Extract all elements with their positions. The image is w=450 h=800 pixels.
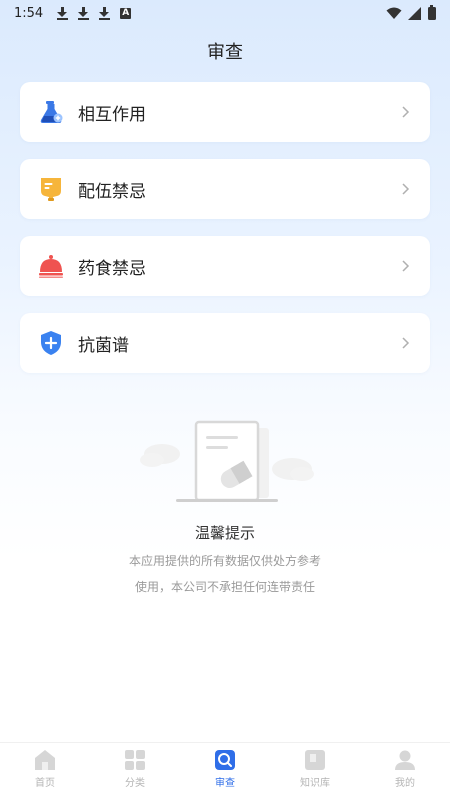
menu-item-label: 抗菌谱 — [78, 335, 129, 356]
shield-plus-icon — [38, 330, 64, 356]
tab-category[interactable]: 分类 — [90, 743, 180, 800]
a-notification-icon: A — [120, 7, 132, 19]
search-doc-icon — [215, 750, 235, 770]
menu-item-drug-food[interactable]: 药食禁忌 — [20, 236, 430, 296]
chevron-right-icon — [402, 183, 410, 195]
menu-item-label: 药食禁忌 — [78, 258, 146, 279]
review-menu-list: 相互作用 配伍禁忌 药食禁忌 抗菌谱 — [20, 82, 430, 390]
menu-item-interaction[interactable]: 相互作用 — [20, 82, 430, 142]
user-icon — [395, 750, 415, 770]
status-bar: 1:54 A — [0, 0, 450, 26]
status-time: 1:54 — [14, 5, 44, 21]
download-icon — [99, 6, 111, 20]
tab-label: 知识库 — [300, 778, 330, 789]
bottom-tab-bar: 首页 分类 审查 知识库 我的 — [0, 742, 450, 800]
home-icon — [35, 750, 55, 770]
battery-icon — [428, 4, 436, 20]
download-icon — [57, 6, 69, 20]
tab-home[interactable]: 首页 — [0, 743, 90, 800]
flask-icon — [38, 99, 64, 125]
page-title: 审查 — [207, 42, 243, 63]
tab-mine[interactable]: 我的 — [360, 743, 450, 800]
notice-title: 温馨提示 — [194, 524, 255, 542]
menu-item-label: 相互作用 — [78, 104, 146, 125]
grid-icon — [125, 750, 145, 770]
tab-review[interactable]: 审查 — [180, 743, 270, 800]
tab-label: 首页 — [35, 778, 55, 789]
menu-item-incompatibility[interactable]: 配伍禁忌 — [20, 159, 430, 219]
menu-item-antibacterial[interactable]: 抗菌谱 — [20, 313, 430, 373]
book-icon — [305, 750, 325, 770]
chevron-right-icon — [402, 337, 410, 349]
tab-knowledge[interactable]: 知识库 — [270, 743, 360, 800]
food-cover-icon — [38, 253, 64, 279]
tab-label: 我的 — [395, 778, 415, 789]
signal-icon — [408, 6, 421, 20]
wifi-icon — [386, 7, 402, 19]
tab-label: 审查 — [215, 778, 235, 789]
notice-text: 本应用提供的所有数据仅供处方参考 — [128, 554, 321, 568]
chevron-right-icon — [402, 260, 410, 272]
tab-label: 分类 — [125, 778, 145, 789]
notice-text: 使用，本公司不承担任何连带责任 — [134, 580, 315, 594]
document-pill-illustration — [140, 420, 314, 502]
menu-item-label: 配伍禁忌 — [78, 181, 146, 202]
iv-bag-icon — [38, 176, 64, 202]
chevron-right-icon — [402, 106, 410, 118]
download-icon — [78, 6, 90, 20]
